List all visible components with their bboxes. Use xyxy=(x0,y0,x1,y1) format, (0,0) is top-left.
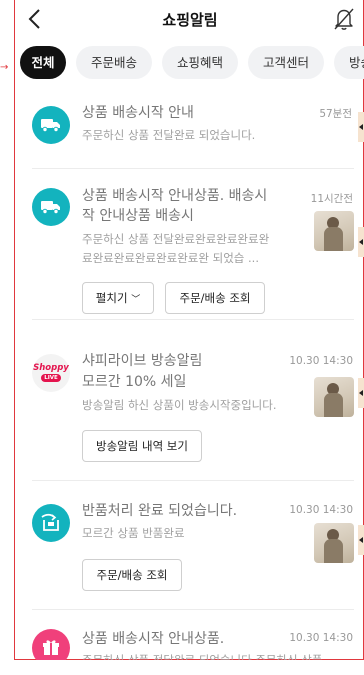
truck-icon xyxy=(32,188,70,226)
product-thumbnail[interactable] xyxy=(314,523,354,563)
shoppy-brand-text: Shoppy xyxy=(33,363,69,373)
side-handle[interactable] xyxy=(358,378,364,408)
notification-body: 주문하신 상품 전달완료완료완료완료완 xyxy=(82,232,270,246)
expand-label: 펼치기 xyxy=(95,291,128,305)
notification-off-button[interactable] xyxy=(332,6,356,32)
notification-title: 샤피라이브 방송알림 xyxy=(82,353,203,369)
shoppy-live-icon: Shoppy LIVE xyxy=(32,354,70,392)
tab-broadcast-alerts[interactable]: 방송알림 xyxy=(334,46,364,79)
order-tracking-button[interactable]: 주문/배송 조회 xyxy=(165,282,265,314)
page-title: 쇼핑알림 xyxy=(162,11,218,29)
notification-title: 상품 배송시작 안내상품. xyxy=(82,631,225,647)
order-tracking-button[interactable]: 주문/배송 조회 xyxy=(82,559,182,591)
notification-body: 주문하신 상품 전달완료 되었습니다. xyxy=(82,128,256,142)
chevron-down-icon: ﹀ xyxy=(131,295,141,305)
notification-title: 상품 배송시작 안내상품. 배송시 xyxy=(82,188,268,204)
notification-item[interactable]: 상품 배송시작 안내상품. 주문하신 상품 전달완료 되었습니다.주문하신 상품… xyxy=(16,610,364,660)
tab-all[interactable]: 전체 xyxy=(20,46,66,79)
notification-item[interactable]: 상품 배송시작 안내 주문하신 상품 전달완료 되었습니다. 57분전 xyxy=(16,84,364,168)
notification-time: 57분전 xyxy=(319,108,352,120)
bell-off-icon xyxy=(334,8,354,30)
side-handle[interactable] xyxy=(358,112,364,142)
notification-time: 10.30 14:30 xyxy=(289,632,353,644)
notification-time: 10.30 14:30 xyxy=(289,504,353,516)
side-handle[interactable] xyxy=(358,227,364,257)
notification-time: 10.30 14:30 xyxy=(289,355,353,367)
notification-title-line2: 작 안내상품 배송시 xyxy=(82,208,194,224)
product-thumbnail[interactable] xyxy=(314,211,354,251)
product-thumbnail[interactable] xyxy=(314,377,354,417)
tab-order-delivery[interactable]: 주문배송 xyxy=(76,46,152,79)
header: 쇼핑알림 xyxy=(16,0,364,40)
notification-title-line2: 모르간 10% 세일 xyxy=(82,374,187,390)
notification-item[interactable]: 상품 배송시작 안내상품. 배송시 작 안내상품 배송시 주문하신 상품 전달완… xyxy=(16,169,364,319)
side-handle[interactable] xyxy=(358,525,364,555)
notification-item[interactable]: 반품처리 완료 되었습니다. 모르간 상품 반품완료 10.30 14:30 주… xyxy=(16,481,364,609)
tab-shopping-benefits[interactable]: 쇼핑혜택 xyxy=(162,46,238,79)
notification-body: 방송알림 하신 상품이 방송시작중입니다. xyxy=(82,398,277,412)
tab-customer-center[interactable]: 고객센터 xyxy=(248,46,324,79)
notification-title: 상품 배송시작 안내 xyxy=(82,105,194,121)
frame-arrow-icon: → xyxy=(0,62,9,73)
live-badge: LIVE xyxy=(41,374,61,382)
expand-button[interactable]: 펼치기 ﹀ xyxy=(82,282,154,314)
gift-icon xyxy=(32,629,70,660)
broadcast-history-button[interactable]: 방송알림 내역 보기 xyxy=(82,430,202,462)
notification-time: 11시간전 xyxy=(310,193,353,205)
notification-body-line2: 료완료완료완료완료완료완 되었습 ... xyxy=(82,251,259,265)
notification-body: 주문하신 상품 전달완료 되었습니다.주문하신 상품 xyxy=(82,653,323,660)
category-tabs: 전체 주문배송 쇼핑혜택 고객센터 방송알림 xyxy=(16,46,364,82)
truck-icon xyxy=(32,106,70,144)
notification-list: 상품 배송시작 안내 주문하신 상품 전달완료 되었습니다. 57분전 상품 배… xyxy=(16,84,364,660)
notification-item[interactable]: Shoppy LIVE 샤피라이브 방송알림 모르간 10% 세일 방송알림 하… xyxy=(16,320,364,480)
return-icon xyxy=(32,504,70,542)
notification-body: 모르간 상품 반품완료 xyxy=(82,526,185,540)
notification-title: 반품처리 완료 되었습니다. xyxy=(82,503,238,519)
